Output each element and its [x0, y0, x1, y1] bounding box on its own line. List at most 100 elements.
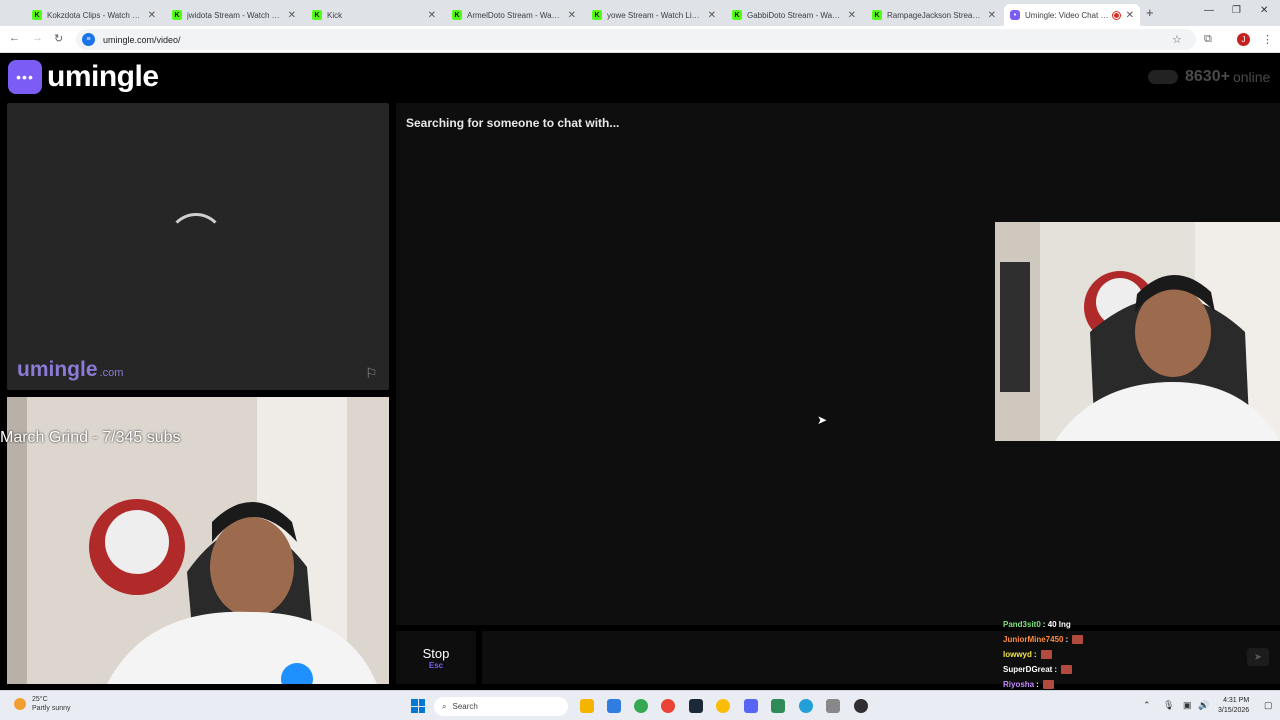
extensions-icon[interactable]: ⧉ [1204, 33, 1212, 46]
app-icon[interactable] [771, 699, 785, 713]
back-icon[interactable]: ← [9, 32, 20, 44]
volume-icon[interactable]: 🔊 [1198, 700, 1209, 711]
chat-emote-icon [1061, 665, 1073, 674]
clock-date: 3/15/2026 [1218, 707, 1250, 714]
report-flag-icon[interactable]: ⚐ [365, 365, 378, 382]
tray-chevron-icon[interactable]: ⌃ [1143, 700, 1151, 711]
close-tab-icon[interactable]: ✕ [288, 10, 296, 21]
browser-tab-strip: K Kokzdota Clips - Watch Live ✕ K jwidot… [0, 0, 1280, 26]
kick-favicon-icon: K [172, 10, 182, 20]
forward-icon[interactable]: → [32, 32, 43, 44]
chrome-active-icon[interactable] [716, 699, 730, 713]
browser-tab[interactable]: K yowe Stream - Watch Live on ✕ [586, 4, 722, 26]
online-label: online [1232, 69, 1271, 85]
profile-avatar[interactable]: J [1237, 33, 1250, 46]
microphone-icon[interactable]: 🎙 [1163, 700, 1174, 711]
taskbar-search[interactable]: ⌕ Search [434, 697, 568, 716]
kick-favicon-icon: K [312, 10, 322, 20]
bookmark-star-icon[interactable]: ☆ [1172, 33, 1182, 46]
browser-tab[interactable]: K Kokzdota Clips - Watch Live ✕ [26, 4, 162, 26]
kick-favicon-icon: K [452, 10, 462, 20]
kick-favicon-icon: K [872, 10, 882, 20]
new-tab-button[interactable]: + [1146, 5, 1154, 20]
site-logo[interactable]: ••• umingle [8, 60, 159, 94]
browser-tab-active[interactable]: • Umingle: Video Chat with ✕ [1004, 4, 1140, 26]
tab-label: Kokzdota Clips - Watch Live [47, 10, 142, 20]
browser-tab[interactable]: K RampageJackson Stream - W ✕ [866, 4, 1002, 26]
message-input[interactable] [482, 631, 1280, 684]
mouse-cursor-icon: ➤ [817, 413, 828, 427]
chat-username: JuniorMine7450 [1003, 635, 1064, 644]
chat-separator: : [1065, 635, 1069, 644]
chat-separator: : [1036, 680, 1039, 689]
reload-icon[interactable]: ↻ [54, 32, 63, 45]
file-explorer-icon[interactable] [580, 699, 594, 713]
browser-tab[interactable]: K GabbiDoto Stream - Watch Li ✕ [726, 4, 862, 26]
clock-time: 4:31 PM [1223, 697, 1250, 704]
stop-shortcut-key: Esc [428, 660, 444, 670]
discord-icon[interactable] [744, 699, 758, 713]
windows-start-icon[interactable] [411, 699, 425, 713]
watermark-domain: .com [99, 367, 124, 379]
chrome-icon[interactable] [634, 699, 648, 713]
chat-bubble-icon: ••• [8, 60, 42, 94]
chat-username: lowwyd [1003, 650, 1032, 659]
notifications-icon[interactable]: ▢ [1264, 700, 1273, 711]
close-tab-icon[interactable]: ✕ [1126, 10, 1134, 21]
menu-kebab-icon[interactable]: ⋮ [1262, 33, 1273, 46]
chat-username: Pand3sit0 [1003, 620, 1041, 629]
chat-message: Pand3sit0 : 40 lng [1003, 617, 1083, 632]
logo-text: umingle [47, 60, 159, 93]
restore-icon[interactable]: ❐ [1232, 5, 1241, 16]
close-tab-icon[interactable]: ✕ [708, 10, 716, 21]
online-count: 8630+ [1185, 68, 1230, 85]
close-tab-icon[interactable]: ✕ [568, 10, 576, 21]
kick-favicon-icon: K [592, 10, 602, 20]
browser-tab[interactable]: K jwidota Stream - Watch Live ✕ [166, 4, 302, 26]
screen: K Kokzdota Clips - Watch Live ✕ K jwidot… [0, 0, 1280, 720]
weather-temp: 25°C [32, 696, 48, 703]
browser-tab[interactable]: K ArmelDoto Stream - Watch Li ✕ [446, 4, 582, 26]
chrome-profile-icon[interactable] [661, 699, 675, 713]
theme-toggle[interactable] [1148, 70, 1178, 84]
minimize-icon[interactable]: — [1204, 5, 1214, 16]
close-tab-icon[interactable]: ✕ [148, 10, 156, 21]
chat-emote-icon [1040, 650, 1052, 659]
browser-tab[interactable]: K Kick ✕ [306, 4, 442, 26]
close-tab-icon[interactable]: ✕ [848, 10, 856, 21]
stream-sub-goal-text: March Grind - 7/345 subs [0, 429, 181, 446]
obs-icon[interactable] [854, 699, 868, 713]
close-tab-icon[interactable]: ✕ [988, 10, 996, 21]
tab-label: RampageJackson Stream - W [887, 10, 982, 20]
close-tab-icon[interactable]: ✕ [428, 10, 436, 21]
tab-label: ArmelDoto Stream - Watch Li [467, 10, 562, 20]
telegram-icon[interactable] [799, 699, 813, 713]
site-info-icon[interactable]: ≡ [82, 33, 95, 46]
address-bar-row: ← → ↻ ≡ umingle.com/video/ ☆ ⧉ ⋮ [0, 26, 1280, 53]
chat-status-text: Searching for someone to chat with... [406, 116, 620, 130]
taskbar-clock[interactable]: 4:31 PM 3/15/2026 [1218, 696, 1249, 716]
windows-taskbar: 25°C Partly sunny ⌕ Search ⌃ 🎙 ▣ 🔊 4:31 … [0, 690, 1280, 720]
close-window-icon[interactable]: ✕ [1260, 5, 1268, 16]
url-text: umingle.com/video/ [103, 34, 181, 45]
tab-label: jwidota Stream - Watch Live [187, 10, 282, 20]
chat-message: lowwyd : [1003, 647, 1083, 662]
tab-label: Kick [327, 10, 343, 20]
kick-favicon-icon: K [32, 10, 42, 20]
chat-message: JuniorMine7450 : [1003, 632, 1084, 647]
url-field[interactable]: ≡ umingle.com/video/ [76, 29, 1196, 50]
taskbar-search-placeholder: Search [452, 702, 478, 711]
streamer-webcam-overlay [995, 222, 1280, 441]
remote-video-panel: umingle .com ⚐ [7, 103, 389, 390]
network-icon[interactable]: ▣ [1183, 700, 1192, 711]
tab-label: GabbiDoto Stream - Watch Li [747, 10, 842, 20]
tab-label: Umingle: Video Chat with [1025, 10, 1109, 20]
chat-emote-icon [1042, 680, 1054, 689]
stop-button[interactable]: Stop Esc [396, 631, 476, 684]
snipping-tool-icon[interactable] [826, 699, 840, 713]
send-button[interactable]: ➤ [1247, 648, 1269, 666]
chat-separator: : [1033, 650, 1037, 659]
weather-widget[interactable]: 25°C Partly sunny [14, 695, 71, 713]
steam-icon[interactable] [689, 699, 703, 713]
copilot-icon[interactable] [607, 699, 621, 713]
